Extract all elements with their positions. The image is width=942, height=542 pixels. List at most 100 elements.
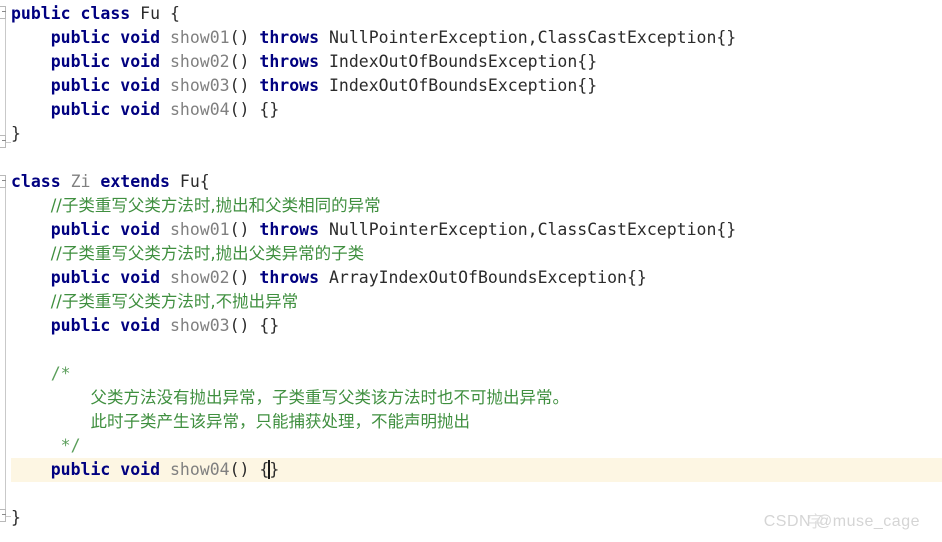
token-punc: { [169, 4, 180, 23]
code-line[interactable]: 父类方法没有抛出异常，子类重写父类该方法时也不可抛出异常。 [11, 386, 942, 410]
code-line[interactable]: class Zi extends Fu{ [11, 170, 942, 194]
token-kw: public [50, 76, 111, 95]
token-kw: void [120, 460, 161, 479]
token-kw: void [120, 52, 161, 71]
code-line[interactable]: } [11, 122, 942, 146]
token-kw: throws [259, 268, 320, 287]
token-ident: show01 [169, 220, 230, 239]
token-kw: public [50, 460, 111, 479]
token-punc: } [269, 460, 280, 479]
code-line[interactable]: public class Fu { [11, 2, 942, 26]
code-line[interactable]: //子类重写父类方法时,抛出和父类相同的异常 [11, 194, 942, 218]
token-cmt: //子类重写父类方法时,抛出父类异常的子类 [50, 244, 365, 263]
token-type: IndexOutOfBoundsException{} [328, 76, 598, 95]
token-ident: show03 [169, 76, 230, 95]
token-kw: class [80, 4, 131, 23]
code-line[interactable]: public void show02() throws IndexOutOfBo… [11, 50, 942, 74]
token-punc: () {} [229, 316, 280, 335]
token-cmt: //子类重写父类方法时,抛出和父类相同的异常 [50, 196, 381, 215]
token-kw: void [120, 100, 161, 119]
token-ident: show02 [169, 52, 230, 71]
code-line[interactable] [11, 146, 942, 170]
token-ident: show02 [169, 268, 230, 287]
code-editor[interactable]: public class Fu { public void show01() t… [0, 0, 942, 542]
token-ident: show04 [169, 100, 230, 119]
code-line[interactable]: public void show03() throws IndexOutOfBo… [11, 74, 942, 98]
token-type: IndexOutOfBoundsException{} [328, 52, 598, 71]
token-kw: throws [259, 28, 320, 47]
token-cmt: //子类重写父类方法时,不抛出异常 [50, 292, 299, 311]
fold-line-fu [5, 13, 6, 142]
code-line[interactable]: public void show04() {} [11, 98, 942, 122]
token-type: ArrayIndexOutOfBoundsException{} [328, 268, 647, 287]
token-punc: () {} [229, 100, 280, 119]
token-cmt-m: /* [50, 364, 71, 383]
code-line[interactable] [11, 482, 942, 506]
token-kw: class [11, 172, 61, 191]
token-kw: throws [259, 220, 320, 239]
code-line[interactable] [11, 338, 942, 362]
watermark: CSDN @muse_cage 字 [764, 510, 920, 534]
token-type: Fu [140, 4, 161, 23]
token-ident: show04 [169, 460, 230, 479]
token-kw: public [50, 52, 111, 71]
token-kw: throws [259, 52, 320, 71]
code-line[interactable]: /* [11, 362, 942, 386]
fold-toggle-class-zi-end-icon[interactable] [0, 509, 6, 522]
token-type: NullPointerException,ClassCastException{… [328, 220, 737, 239]
fold-toggle-class-fu-icon[interactable] [0, 6, 6, 19]
code-line[interactable]: public void show01() throws NullPointerE… [11, 26, 942, 50]
token-ident: show03 [169, 316, 230, 335]
token-kw: public [50, 316, 111, 335]
fold-line-zi [5, 182, 6, 516]
token-kw: void [120, 76, 161, 95]
token-type: NullPointerException,ClassCastException{… [328, 28, 737, 47]
code-line[interactable]: //子类重写父类方法时,不抛出异常 [11, 290, 942, 314]
token-kw: void [120, 28, 161, 47]
code-lines[interactable]: public class Fu { public void show01() t… [11, 0, 942, 542]
token-punc: () [229, 28, 260, 47]
token-type: Fu{ [179, 172, 210, 191]
token-kw: throws [259, 76, 320, 95]
token-kw: public [50, 28, 111, 47]
code-line[interactable]: //子类重写父类方法时,抛出父类异常的子类 [11, 242, 942, 266]
fold-toggle-class-zi-icon[interactable] [0, 175, 6, 188]
token-ident: Zi [70, 172, 91, 191]
code-line[interactable]: public void show03() {} [11, 314, 942, 338]
token-cmt: 此时子类产生该异常，只能捕获处理，不能声明抛出 [90, 412, 470, 431]
code-line[interactable]: public void show01() throws NullPointerE… [11, 218, 942, 242]
token-punc: () [229, 76, 260, 95]
watermark-text: CSDN @muse_cage [763, 513, 920, 530]
token-punc: () [229, 268, 260, 287]
code-line[interactable]: public void show04() {} [11, 458, 942, 482]
token-punc: } [11, 124, 21, 143]
token-kw: public [50, 268, 111, 287]
fold-gutter[interactable] [0, 0, 11, 542]
token-punc: () { [229, 460, 270, 479]
token-kw: void [120, 220, 161, 239]
code-line[interactable]: public void show02() throws ArrayIndexOu… [11, 266, 942, 290]
token-kw: public [50, 220, 111, 239]
token-kw: void [120, 268, 161, 287]
token-kw: extends [100, 172, 170, 191]
code-line[interactable]: */ [11, 434, 942, 458]
token-ident: show01 [169, 28, 230, 47]
fold-toggle-class-fu-end-icon[interactable] [0, 135, 6, 148]
token-cmt-m: */ [60, 436, 81, 455]
code-line[interactable]: 此时子类产生该异常，只能捕获处理，不能声明抛出 [11, 410, 942, 434]
